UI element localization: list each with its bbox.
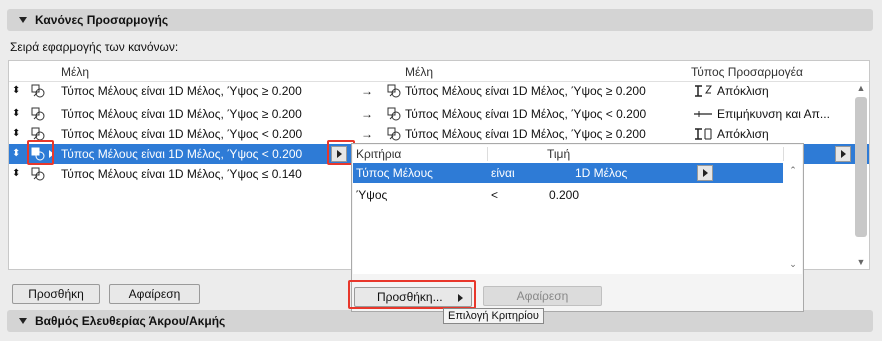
scroll-thumb[interactable] [855, 97, 867, 237]
members-left-cell: Τύπος Μέλους είναι 1D Μέλος, Ύψος ≤ 0.14… [61, 167, 302, 181]
value-cell: 0.200 [549, 188, 580, 202]
adjuster-type-menu-button[interactable] [835, 146, 851, 162]
table-row[interactable]: ⬍ Τύπος Μέλους είναι 1D Μέλος, Ύψος < 0.… [9, 124, 851, 144]
members-left-cell: Τύπος Μέλους είναι 1D Μέλος, Ύψος < 0.20… [61, 127, 303, 141]
adjuster-type-cell: Επιμήκυνση και Απ... [717, 107, 830, 121]
member-icon [31, 127, 45, 141]
reorder-handle-icon[interactable]: ⬍ [12, 124, 20, 144]
collapse-triangle-icon[interactable] [19, 17, 27, 23]
reorder-handle-icon[interactable]: ⬍ [12, 164, 20, 184]
reorder-handle-icon[interactable]: ⬍ [12, 81, 20, 101]
scroll-down-icon[interactable]: ⌄ [787, 259, 799, 270]
arrow-icon: → [361, 127, 373, 141]
extend-icon [694, 111, 712, 117]
members-left-cell: Τύπος Μέλους είναι 1D Μέλος, Ύψος ≥ 0.20… [61, 84, 302, 98]
arrow-icon: → [361, 84, 373, 98]
section-header-end-freedom[interactable]: Βαθμός Ελευθερίας Άκρου/Ακμής [7, 310, 873, 332]
member-icon [387, 107, 401, 121]
scroll-up-icon[interactable]: ▲ [855, 83, 867, 93]
collapse-triangle-icon[interactable] [19, 318, 27, 324]
highlight-criteria-icon [27, 140, 54, 165]
criterion-cell: Τύπος Μέλους [356, 166, 433, 180]
table-row[interactable]: ⬍ Τύπος Μέλους είναι 1D Μέλος, Ύψος ≥ 0.… [9, 104, 851, 124]
column-header-criteria[interactable]: Κριτήρια [356, 145, 401, 163]
section-title: Βαθμός Ελευθερίας Άκρου/Ακμής [35, 314, 226, 328]
scroll-down-icon[interactable]: ▼ [855, 257, 867, 267]
members-right-cell: Τύπος Μέλους είναι 1D Μέλος, Ύψος ≥ 0.20… [405, 84, 646, 98]
add-button[interactable]: Προσθήκη [12, 284, 100, 304]
scroll-up-icon[interactable]: ⌃ [787, 165, 799, 176]
tooltip-choose-criterion: Επιλογή Κριτηρίου [443, 308, 544, 324]
operator-cell: είναι [491, 166, 515, 180]
member-icon [31, 84, 45, 98]
column-header-members-left[interactable]: Μέλη [61, 63, 89, 81]
section-header-adjust-rules[interactable]: Κανόνες Προσαρμογής [7, 9, 873, 31]
member-icon [31, 107, 45, 121]
arrow-icon: → [361, 107, 373, 121]
column-divider [487, 147, 488, 161]
member-icon [31, 167, 45, 181]
member-icon [387, 84, 401, 98]
column-divider [783, 147, 784, 161]
column-header-value[interactable]: Τιμή [547, 145, 570, 163]
members-right-cell: Τύπος Μέλους είναι 1D Μέλος, Ύψος ≥ 0.20… [405, 127, 646, 141]
members-right-cell: Τύπος Μέλους είναι 1D Μέλος, Ύψος < 0.20… [405, 107, 647, 121]
members-left-cell: Τύπος Μέλους είναι 1D Μέλος, Ύψος ≥ 0.20… [61, 107, 302, 121]
vertical-scrollbar[interactable]: ▲ ▼ [853, 83, 869, 269]
criteria-row-selected[interactable]: Τύπος Μέλους είναι 1D Μέλος [353, 163, 783, 183]
table-row[interactable]: ⬍ Τύπος Μέλους είναι 1D Μέλος, Ύψος ≤ 0.… [9, 164, 351, 184]
offset-icon [695, 85, 712, 97]
value-cell: 1D Μέλος [575, 166, 628, 180]
member-icon [387, 127, 401, 141]
value-menu-button[interactable] [697, 165, 713, 181]
order-label: Σειρά εφαρμογής των κανόνων: [10, 40, 179, 54]
offset-icon [695, 128, 712, 140]
criteria-row[interactable]: Ύψος < 0.200 [353, 185, 783, 205]
remove-button[interactable]: Αφαίρεση [109, 284, 200, 304]
adjuster-type-cell: Απόκλιση [717, 84, 769, 98]
section-title: Κανόνες Προσαρμογής [35, 13, 169, 27]
highlight-add-criterion [348, 280, 476, 309]
members-left-cell: Τύπος Μέλους είναι 1D Μέλος, Ύψος < 0.20… [61, 147, 303, 161]
reorder-handle-icon[interactable]: ⬍ [12, 104, 20, 124]
criteria-list: Κριτήρια Τιμή Τύπος Μέλους είναι 1D Μέλο… [353, 145, 802, 274]
adjuster-type-cell: Απόκλιση [717, 127, 769, 141]
operator-cell: < [491, 188, 499, 202]
reorder-handle-icon[interactable]: ⬍ [12, 144, 20, 164]
table-row[interactable]: ⬍ Τύπος Μέλους είναι 1D Μέλος, Ύψος ≥ 0.… [9, 81, 851, 101]
remove-criterion-button[interactable]: Αφαίρεση [483, 286, 602, 306]
column-header-adjuster-type[interactable]: Τύπος Προσαρμογέα [691, 63, 803, 81]
column-header-members-right[interactable]: Μέλη [405, 63, 433, 81]
criterion-cell: Ύψος [356, 188, 388, 202]
